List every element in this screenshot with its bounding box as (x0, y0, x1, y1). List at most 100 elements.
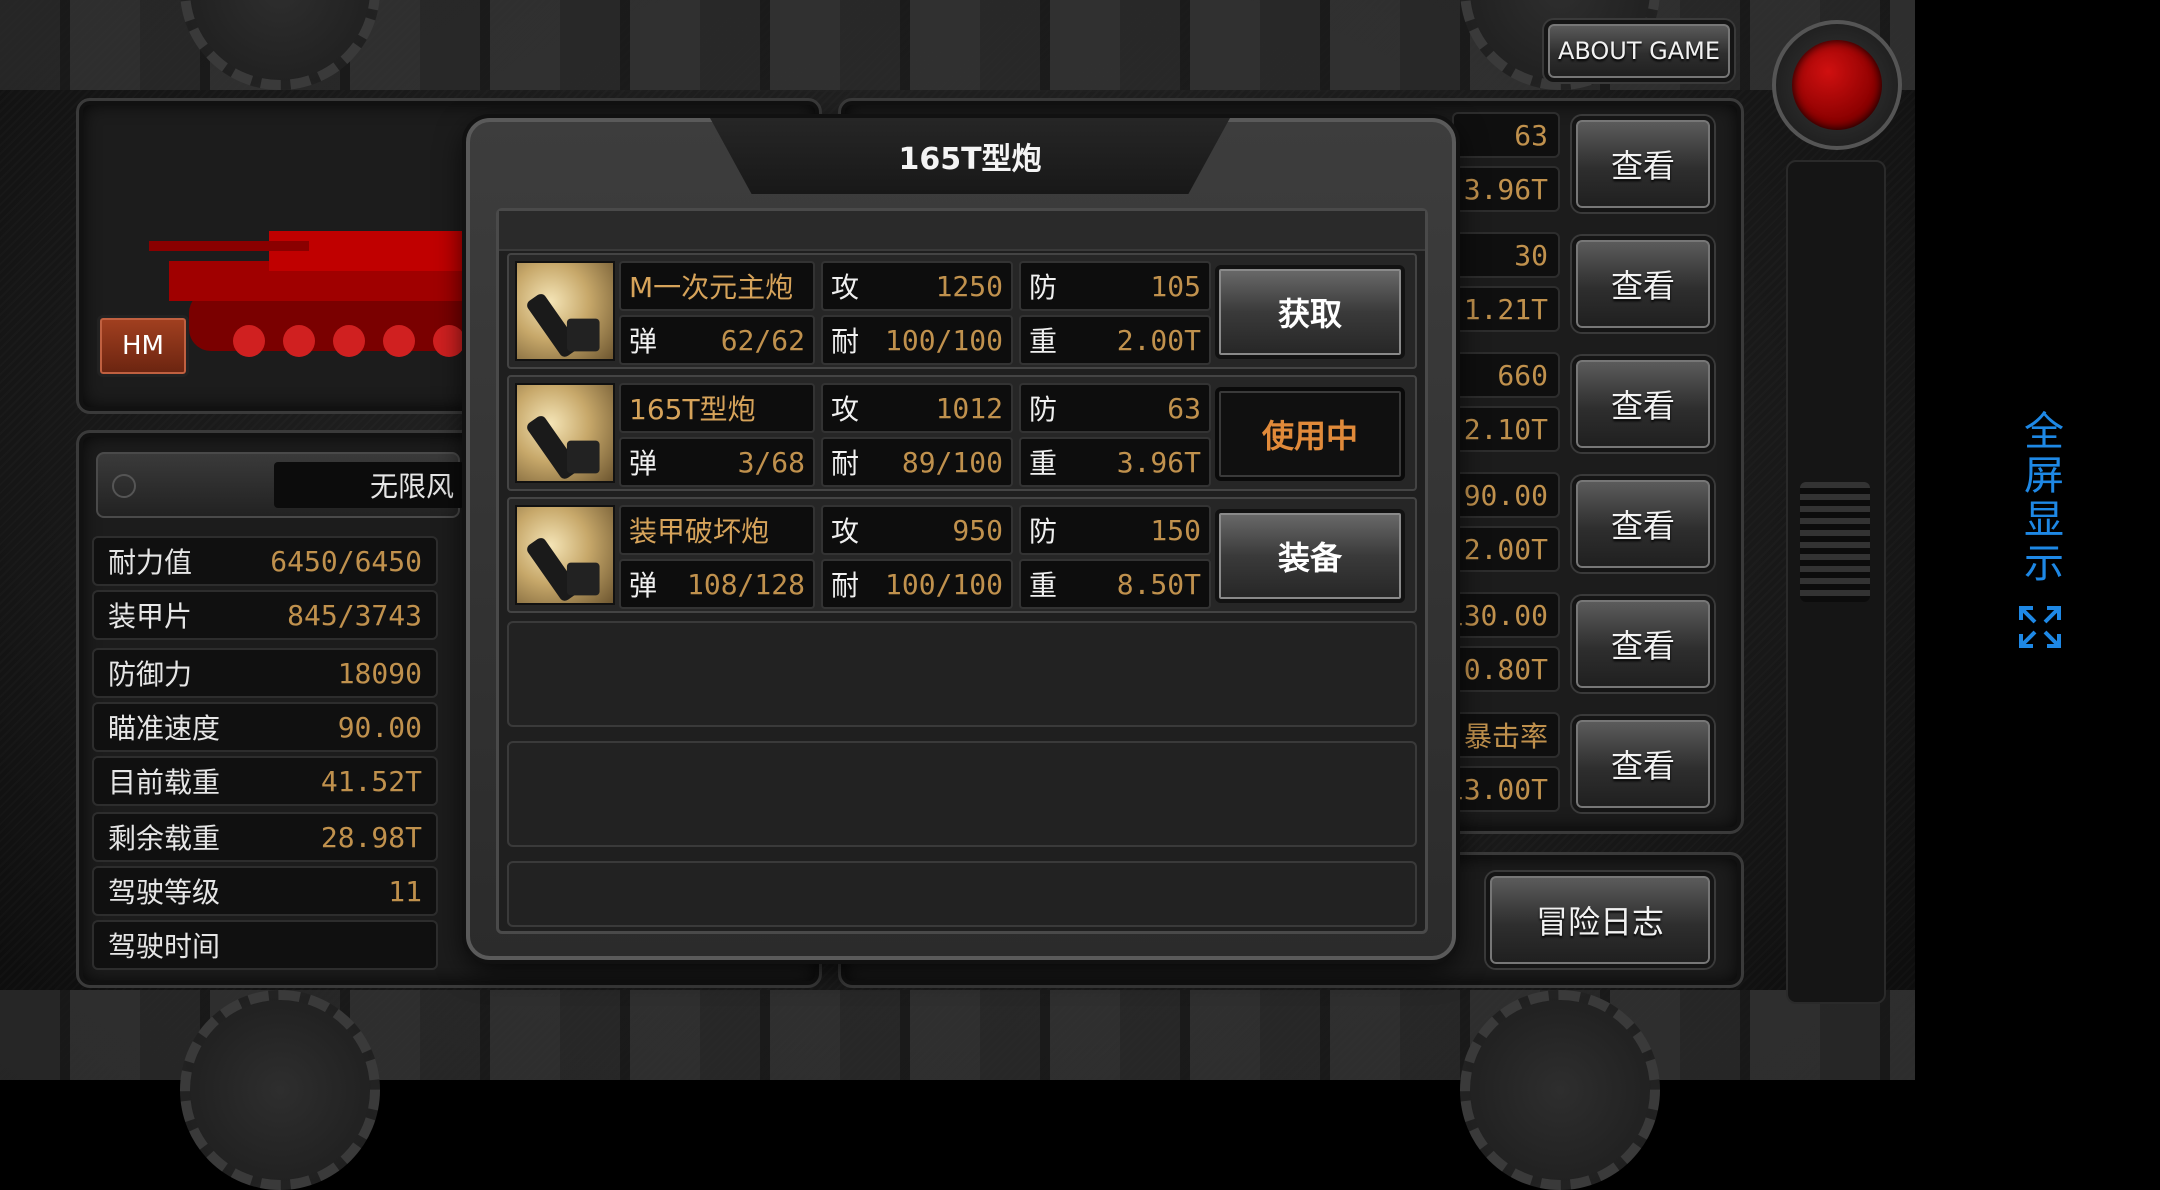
equip-value: 63 (1452, 112, 1560, 158)
attack-key: 攻 (831, 393, 860, 426)
stat-label: 驾驶等级 (108, 876, 221, 909)
mode-selector[interactable]: 无限风 (96, 452, 464, 518)
attack-value: 950 (952, 513, 1003, 547)
equip-value: 2.00T (1452, 526, 1560, 572)
stat-row: 目前载重 41.52T (92, 756, 438, 806)
ammo-value: 3/68 (737, 445, 805, 479)
cannon-icon (515, 261, 615, 361)
stat-row: 装甲片 845/3743 (92, 590, 438, 640)
weight-key: 重 (1029, 325, 1058, 358)
weapon-row[interactable]: M一次元主炮 攻 1250 防 105 弹 62/62 耐 100/100 重 … (507, 253, 1417, 369)
left-knob-icon (112, 474, 136, 498)
ammo-key: 弹 (629, 325, 658, 358)
durability-key: 耐 (831, 569, 860, 602)
equip-value: 0.80T (1452, 646, 1560, 692)
list-header-strip (499, 211, 1425, 251)
weight-value: 3.96T (1116, 445, 1201, 479)
weapon-row[interactable]: 165T型炮 攻 1012 防 63 弹 3/68 耐 89/100 重 3.9… (507, 375, 1417, 491)
record-button[interactable] (1772, 20, 1902, 150)
ammo-value: 108/128 (686, 567, 805, 601)
weapon-name-cell: M一次元主炮 (619, 261, 815, 311)
ammo-value: 62/62 (720, 323, 805, 357)
equip-button[interactable]: 装备 (1215, 509, 1405, 603)
view-button[interactable]: 查看 (1572, 116, 1714, 212)
weight-cell: 重 2.00T (1019, 315, 1211, 365)
defense-value: 63 (1167, 391, 1201, 425)
equip-value: 1.21T (1452, 286, 1560, 332)
stat-label: 剩余载重 (108, 822, 221, 855)
tank-badge-label: HM (122, 331, 164, 361)
stat-row: 剩余载重 28.98T (92, 812, 438, 862)
dialog-title: 165T型炮 (898, 142, 1042, 177)
in-use-button[interactable]: 使用中 (1215, 387, 1405, 481)
expand-icon (2019, 606, 2061, 648)
stat-row: 耐力值 6450/6450 (92, 536, 438, 586)
stat-row: 防御力 18090 (92, 648, 438, 698)
stat-value: 845/3743 (287, 598, 422, 632)
defense-cell: 防 105 (1019, 261, 1211, 311)
tank-badge-button[interactable]: HM (97, 315, 189, 377)
durability-key: 耐 (831, 325, 860, 358)
weight-key: 重 (1029, 569, 1058, 602)
weapon-name-cell: 165T型炮 (619, 383, 815, 433)
empty-weapon-slot (507, 861, 1417, 927)
weight-key: 重 (1029, 447, 1058, 480)
equip-value: 30 (1452, 232, 1560, 278)
defense-key: 防 (1029, 393, 1058, 426)
attack-cell: 攻 950 (821, 505, 1013, 555)
equip-value: 暴击率 (1452, 712, 1560, 758)
attack-key: 攻 (831, 515, 860, 548)
weapon-row[interactable]: 装甲破坏炮 攻 950 防 150 弹 108/128 耐 100/100 重 … (507, 497, 1417, 613)
defense-cell: 防 150 (1019, 505, 1211, 555)
attack-value: 1250 (935, 269, 1003, 303)
view-button[interactable]: 查看 (1572, 356, 1714, 452)
attack-value: 1012 (935, 391, 1003, 425)
mode-label: 无限风 (369, 470, 454, 503)
weapon-dialog: 165T型炮 M一次元主炮 攻 1250 防 105 弹 62/62 耐 100… (466, 118, 1456, 960)
view-button[interactable]: 查看 (1572, 596, 1714, 692)
fullscreen-toggle[interactable]: 全屏显示 (2010, 410, 2070, 670)
weapon-name: M一次元主炮 (629, 271, 794, 304)
weapon-name: 165T型炮 (629, 393, 756, 426)
red-dot-icon (1792, 40, 1882, 130)
view-button[interactable]: 查看 (1572, 476, 1714, 572)
empty-weapon-slot (507, 741, 1417, 847)
ammo-key: 弹 (629, 447, 658, 480)
durability-value: 100/100 (884, 567, 1003, 601)
stat-row: 驾驶时间 (92, 920, 438, 970)
side-rail (1786, 160, 1886, 1004)
view-button[interactable]: 查看 (1572, 716, 1714, 812)
view-button[interactable]: 查看 (1572, 236, 1714, 332)
stat-row: 瞄准速度 90.00 (92, 702, 438, 752)
weight-cell: 重 8.50T (1019, 559, 1211, 609)
weight-cell: 重 3.96T (1019, 437, 1211, 487)
obtain-button[interactable]: 获取 (1215, 265, 1405, 359)
cannon-icon (515, 505, 615, 605)
weapon-name: 装甲破坏炮 (629, 515, 770, 548)
stat-value: 41.52T (320, 764, 422, 798)
cannon-icon (515, 383, 615, 483)
dialog-title-tab: 165T型炮 (710, 118, 1230, 194)
defense-key: 防 (1029, 271, 1058, 304)
equip-value: 660 (1452, 352, 1560, 398)
defense-cell: 防 63 (1019, 383, 1211, 433)
durability-key: 耐 (831, 447, 860, 480)
gear-decoration (1460, 990, 1660, 1190)
gear-decoration (180, 990, 380, 1190)
equip-value: 13.00T (1447, 766, 1560, 812)
defense-key: 防 (1029, 515, 1058, 548)
equip-value: 2.10T (1452, 406, 1560, 452)
durability-cell: 耐 100/100 (821, 315, 1013, 365)
durability-cell: 耐 100/100 (821, 559, 1013, 609)
stat-label: 瞄准速度 (108, 712, 221, 745)
about-game-button[interactable]: ABOUT GAME (1544, 20, 1734, 82)
adventure-log-button[interactable]: 冒险日志 (1486, 872, 1714, 968)
weapon-list: M一次元主炮 攻 1250 防 105 弹 62/62 耐 100/100 重 … (496, 208, 1428, 934)
ammo-cell: 弹 62/62 (619, 315, 815, 365)
stat-label: 防御力 (108, 658, 193, 691)
stat-label: 驾驶时间 (108, 930, 221, 963)
ammo-cell: 弹 3/68 (619, 437, 815, 487)
stat-value: 28.98T (320, 820, 422, 854)
stat-label: 目前载重 (108, 766, 221, 799)
stat-value: 90.00 (337, 710, 422, 744)
